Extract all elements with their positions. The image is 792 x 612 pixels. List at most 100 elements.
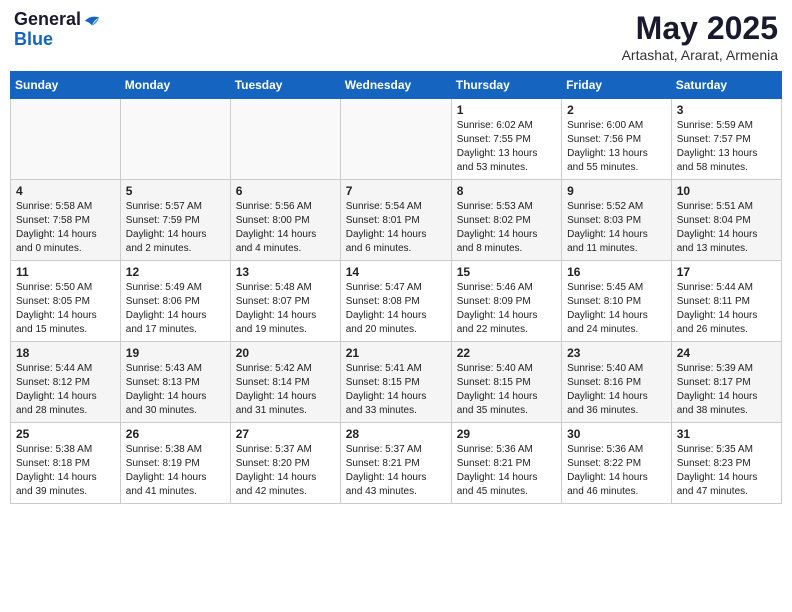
calendar-cell: 1Sunrise: 6:02 AM Sunset: 7:55 PM Daylig… (451, 99, 561, 180)
calendar-cell: 10 Sunrise: 5:51 AM Sunset: 8:04 PM Dayli… (671, 180, 781, 261)
page-header: General Blue May 2025 Artashat, Ararat, … (10, 10, 782, 63)
calendar-cell: 7 Sunrise: 5:54 AM Sunset: 8:01 PM Daylig… (340, 180, 451, 261)
calendar-header: Sunday Monday Tuesday Wednesday Thursday… (11, 72, 782, 99)
day-info: Sunrise: 5:36 AM Sunset: 8:22 PM Dayligh… (567, 443, 666, 499)
day-number: 1 (457, 103, 556, 117)
col-tuesday: Tuesday (230, 72, 340, 99)
day-number: 27 (236, 427, 335, 441)
calendar-cell: 17 Sunrise: 5:44 AM Sunset: 8:11 PM Dayli… (671, 261, 781, 342)
calendar-week-4: 18 Sunrise: 5:44 AM Sunset: 8:12 PM Dayli… (11, 342, 782, 423)
day-info: Sunrise: 5:44 AM Sunset: 8:11 PM Dayligh… (677, 281, 776, 337)
day-number: 28 (346, 427, 446, 441)
day-info: Sunrise: 5:41 AM Sunset: 8:15 PM Dayligh… (346, 362, 446, 418)
day-number: 24 (677, 346, 776, 360)
day-number: 9 (567, 184, 666, 198)
calendar-cell: 5Sunrise: 5:57 AM Sunset: 7:59 PM Daylig… (120, 180, 230, 261)
day-info: Sunrise: 5:45 AM Sunset: 8:10 PM Dayligh… (567, 281, 666, 337)
calendar-cell: 2Sunrise: 6:00 AM Sunset: 7:56 PM Daylig… (562, 99, 672, 180)
calendar-cell: 6Sunrise: 5:56 AM Sunset: 8:00 PM Daylig… (230, 180, 340, 261)
calendar-cell: 29Sunrise: 5:36 AM Sunset: 8:21 PM Dayli… (451, 423, 561, 504)
day-info: Sunrise: 5:49 AM Sunset: 8:06 PM Dayligh… (126, 281, 225, 337)
day-info: Sunrise: 6:00 AM Sunset: 7:56 PM Dayligh… (567, 119, 666, 175)
calendar-cell: 15 Sunrise: 5:46 AM Sunset: 8:09 PM Dayli… (451, 261, 561, 342)
day-info: Sunrise: 5:35 AM Sunset: 8:23 PM Dayligh… (677, 443, 776, 499)
calendar-cell: 3 Sunrise: 5:59 AM Sunset: 7:57 PM Daylig… (671, 99, 781, 180)
calendar-cell: 25 Sunrise: 5:38 AM Sunset: 8:18 PM Dayli… (11, 423, 121, 504)
day-number: 7 (346, 184, 446, 198)
day-info: Sunrise: 5:52 AM Sunset: 8:03 PM Dayligh… (567, 200, 666, 256)
day-info: Sunrise: 5:48 AM Sunset: 8:07 PM Dayligh… (236, 281, 335, 337)
calendar-cell: 18 Sunrise: 5:44 AM Sunset: 8:12 PM Dayli… (11, 342, 121, 423)
calendar-cell: 13 Sunrise: 5:48 AM Sunset: 8:07 PM Dayli… (230, 261, 340, 342)
calendar-cell: 31 Sunrise: 5:35 AM Sunset: 8:23 PM Dayli… (671, 423, 781, 504)
calendar-table: Sunday Monday Tuesday Wednesday Thursday… (10, 71, 782, 504)
day-number: 15 (457, 265, 556, 279)
calendar-cell: 24 Sunrise: 5:39 AM Sunset: 8:17 PM Dayli… (671, 342, 781, 423)
day-number: 4 (16, 184, 115, 198)
day-number: 25 (16, 427, 115, 441)
day-info: Sunrise: 5:37 AM Sunset: 8:21 PM Dayligh… (346, 443, 446, 499)
day-info: Sunrise: 5:38 AM Sunset: 8:19 PM Dayligh… (126, 443, 225, 499)
day-number: 19 (126, 346, 225, 360)
calendar-cell: 9 Sunrise: 5:52 AM Sunset: 8:03 PM Daylig… (562, 180, 672, 261)
day-info: Sunrise: 5:57 AM Sunset: 7:59 PM Dayligh… (126, 200, 225, 256)
calendar-week-2: 4 Sunrise: 5:58 AM Sunset: 7:58 PM Daylig… (11, 180, 782, 261)
logo-general: General (14, 10, 81, 30)
day-info: Sunrise: 5:51 AM Sunset: 8:04 PM Dayligh… (677, 200, 776, 256)
day-info: Sunrise: 5:40 AM Sunset: 8:16 PM Dayligh… (567, 362, 666, 418)
day-number: 18 (16, 346, 115, 360)
calendar-cell (11, 99, 121, 180)
col-wednesday: Wednesday (340, 72, 451, 99)
col-thursday: Thursday (451, 72, 561, 99)
day-info: Sunrise: 5:37 AM Sunset: 8:20 PM Dayligh… (236, 443, 335, 499)
day-number: 22 (457, 346, 556, 360)
calendar-cell: 8Sunrise: 5:53 AM Sunset: 8:02 PM Daylig… (451, 180, 561, 261)
logo-blue: Blue (14, 30, 101, 50)
calendar-body: 1Sunrise: 6:02 AM Sunset: 7:55 PM Daylig… (11, 99, 782, 504)
calendar-week-3: 11 Sunrise: 5:50 AM Sunset: 8:05 PM Dayli… (11, 261, 782, 342)
calendar-cell: 14Sunrise: 5:47 AM Sunset: 8:08 PM Dayli… (340, 261, 451, 342)
calendar-cell: 19 Sunrise: 5:43 AM Sunset: 8:13 PM Dayli… (120, 342, 230, 423)
day-info: Sunrise: 5:40 AM Sunset: 8:15 PM Dayligh… (457, 362, 556, 418)
day-number: 12 (126, 265, 225, 279)
day-info: Sunrise: 5:50 AM Sunset: 8:05 PM Dayligh… (16, 281, 115, 337)
day-info: Sunrise: 5:54 AM Sunset: 8:01 PM Dayligh… (346, 200, 446, 256)
calendar-cell: 12 Sunrise: 5:49 AM Sunset: 8:06 PM Dayli… (120, 261, 230, 342)
day-info: Sunrise: 5:42 AM Sunset: 8:14 PM Dayligh… (236, 362, 335, 418)
header-row: Sunday Monday Tuesday Wednesday Thursday… (11, 72, 782, 99)
day-number: 23 (567, 346, 666, 360)
day-number: 17 (677, 265, 776, 279)
calendar-cell: 23 Sunrise: 5:40 AM Sunset: 8:16 PM Dayli… (562, 342, 672, 423)
calendar-week-1: 1Sunrise: 6:02 AM Sunset: 7:55 PM Daylig… (11, 99, 782, 180)
day-number: 31 (677, 427, 776, 441)
calendar-cell (340, 99, 451, 180)
day-info: Sunrise: 5:43 AM Sunset: 8:13 PM Dayligh… (126, 362, 225, 418)
day-number: 11 (16, 265, 115, 279)
calendar-location: Artashat, Ararat, Armenia (622, 47, 778, 63)
day-number: 26 (126, 427, 225, 441)
day-info: Sunrise: 5:58 AM Sunset: 7:58 PM Dayligh… (16, 200, 115, 256)
day-number: 13 (236, 265, 335, 279)
col-saturday: Saturday (671, 72, 781, 99)
day-number: 10 (677, 184, 776, 198)
calendar-title: May 2025 (622, 10, 778, 47)
calendar-cell: 21Sunrise: 5:41 AM Sunset: 8:15 PM Dayli… (340, 342, 451, 423)
calendar-cell: 30Sunrise: 5:36 AM Sunset: 8:22 PM Dayli… (562, 423, 672, 504)
day-info: Sunrise: 5:39 AM Sunset: 8:17 PM Dayligh… (677, 362, 776, 418)
calendar-cell: 16Sunrise: 5:45 AM Sunset: 8:10 PM Dayli… (562, 261, 672, 342)
day-info: Sunrise: 5:38 AM Sunset: 8:18 PM Dayligh… (16, 443, 115, 499)
day-info: Sunrise: 5:59 AM Sunset: 7:57 PM Dayligh… (677, 119, 776, 175)
calendar-cell (230, 99, 340, 180)
logo-bird-icon (83, 12, 101, 30)
day-number: 3 (677, 103, 776, 117)
day-info: Sunrise: 5:46 AM Sunset: 8:09 PM Dayligh… (457, 281, 556, 337)
calendar-cell: 22 Sunrise: 5:40 AM Sunset: 8:15 PM Dayli… (451, 342, 561, 423)
calendar-cell: 26 Sunrise: 5:38 AM Sunset: 8:19 PM Dayli… (120, 423, 230, 504)
calendar-cell: 28 Sunrise: 5:37 AM Sunset: 8:21 PM Dayli… (340, 423, 451, 504)
day-info: Sunrise: 5:47 AM Sunset: 8:08 PM Dayligh… (346, 281, 446, 337)
col-friday: Friday (562, 72, 672, 99)
day-info: Sunrise: 5:44 AM Sunset: 8:12 PM Dayligh… (16, 362, 115, 418)
calendar-cell (120, 99, 230, 180)
day-number: 6 (236, 184, 335, 198)
calendar-cell: 20Sunrise: 5:42 AM Sunset: 8:14 PM Dayli… (230, 342, 340, 423)
